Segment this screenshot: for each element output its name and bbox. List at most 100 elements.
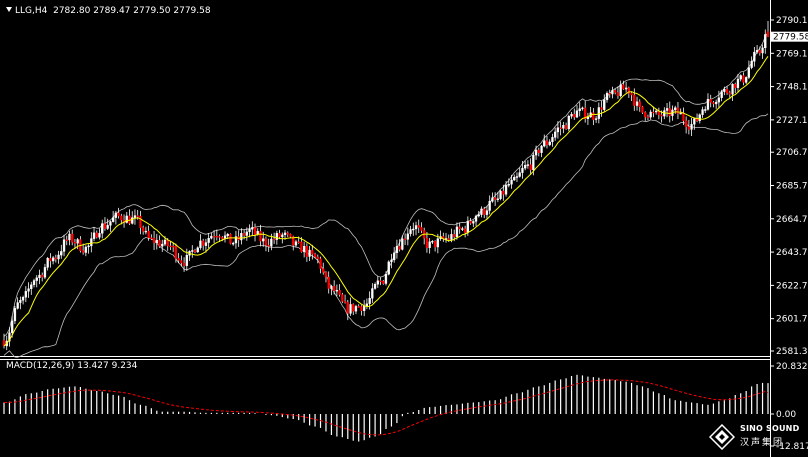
candle (485, 205, 489, 220)
candle-body (507, 183, 510, 186)
candle (131, 211, 134, 225)
candle-body (556, 127, 560, 133)
candle (431, 240, 434, 245)
candle-body (60, 251, 63, 256)
candle (322, 262, 325, 275)
candle-body (614, 90, 617, 93)
candle-body (180, 260, 183, 264)
price-tick-label: 2622.70 (776, 281, 808, 291)
candle (52, 255, 55, 265)
candle-body (169, 245, 172, 248)
candle-body (196, 247, 199, 253)
candle-body (750, 61, 753, 68)
candle-body (38, 274, 41, 279)
candle (734, 82, 737, 94)
candle-body (144, 230, 147, 233)
candle (360, 305, 363, 316)
candle-body (204, 242, 208, 246)
candle-body (717, 97, 721, 103)
candle-body (761, 47, 764, 54)
candle-body (625, 87, 628, 90)
candle-body (652, 111, 655, 114)
price-tick-label: 2643.70 (776, 248, 808, 258)
candle (273, 232, 276, 244)
candle (169, 241, 172, 251)
candle-body (84, 246, 88, 253)
candle-body (101, 223, 104, 234)
candle (357, 304, 360, 308)
candle-body (54, 257, 58, 260)
candle (212, 230, 216, 244)
candle-body (458, 226, 461, 230)
dropdown-triangle-icon[interactable] (6, 7, 12, 12)
candle-body (73, 242, 77, 244)
candle (324, 271, 328, 283)
candle-body (494, 197, 497, 200)
candle-body (207, 237, 210, 243)
candle-body (488, 200, 491, 211)
candle-body (131, 217, 134, 224)
candle-body (766, 31, 770, 37)
moving-average-line (3, 56, 769, 347)
macd-tick-label: 20.832 (776, 362, 808, 372)
price-chart-canvas[interactable]: 2790.10 2769.10 2748.10 2727.10 2706.70 2685.… (0, 0, 808, 457)
candle-body (685, 120, 688, 127)
candle (223, 231, 227, 243)
candle-body (231, 242, 235, 245)
candle (71, 229, 74, 246)
candle-body (19, 300, 22, 303)
candle (578, 102, 581, 117)
candle (464, 225, 467, 238)
candle-body (622, 84, 625, 90)
candle-body (611, 90, 614, 95)
candle-body (120, 215, 123, 221)
candle (101, 219, 104, 239)
candle-body (13, 308, 17, 322)
candle-body (436, 238, 439, 248)
candle (739, 74, 742, 82)
candle (633, 88, 636, 111)
candle (191, 245, 194, 258)
candle-body (71, 233, 74, 243)
candle (341, 292, 344, 304)
candle (305, 243, 308, 262)
candle-body (704, 109, 707, 111)
candle-body (715, 101, 718, 105)
candle-body (540, 145, 543, 153)
candle (731, 83, 734, 101)
candle (706, 93, 710, 111)
candle-body (316, 256, 319, 259)
candle-body (401, 238, 404, 250)
candle (625, 81, 628, 93)
candle-body (357, 306, 360, 308)
candle (327, 271, 330, 294)
candle (725, 85, 729, 95)
symbol-timeframe: LLG,H4 (15, 6, 48, 16)
candle-body (496, 198, 499, 201)
candle-body (660, 114, 663, 117)
candle-body (341, 294, 344, 302)
candle-body (398, 246, 401, 250)
candle-body (417, 225, 420, 228)
candle-body (693, 118, 696, 125)
macd-main-value: 13.427 (77, 361, 109, 371)
candle (373, 282, 377, 290)
candle-body (215, 235, 218, 238)
candle (570, 112, 573, 119)
ohlc-high: 2789.47 (93, 6, 131, 16)
candle (161, 239, 164, 252)
candle-body (668, 108, 671, 117)
candle-body (253, 227, 257, 235)
candle-body (27, 288, 30, 292)
candle-body (485, 210, 489, 215)
candle (581, 106, 584, 111)
candle-body (518, 172, 521, 177)
candle-body (210, 235, 213, 239)
candle-body (185, 254, 188, 266)
candle-body (745, 77, 748, 83)
candle-body (706, 98, 710, 110)
candle-body (52, 257, 55, 262)
candle (371, 283, 374, 303)
candle-body (395, 246, 399, 253)
candle (567, 114, 571, 132)
